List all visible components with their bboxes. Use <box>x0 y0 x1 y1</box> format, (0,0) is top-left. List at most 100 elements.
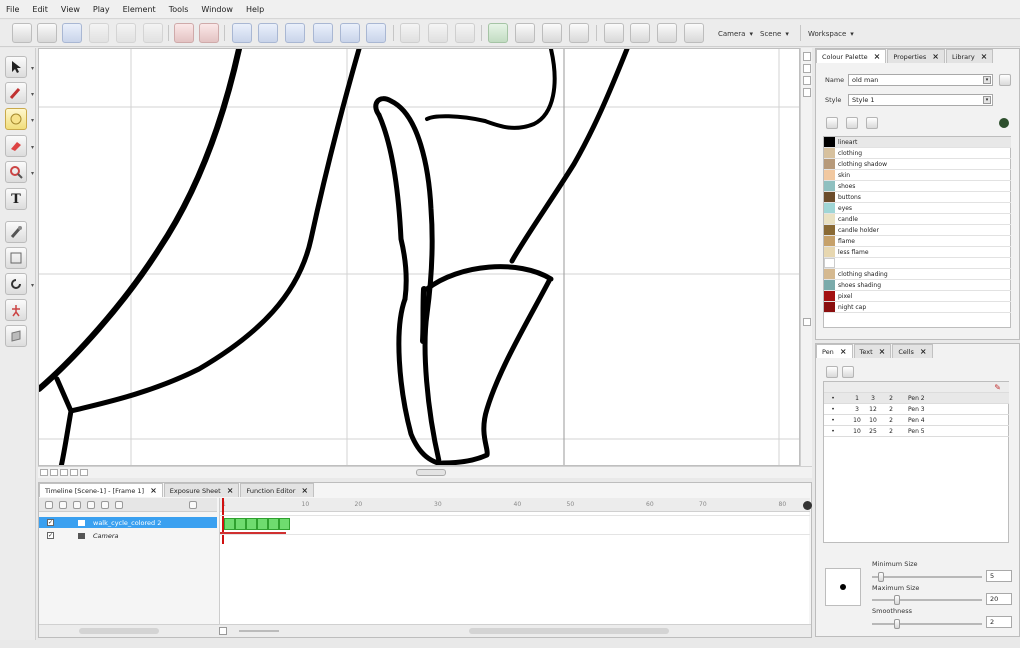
peg-icon[interactable] <box>515 23 535 43</box>
exposed-frame-cell[interactable] <box>224 518 235 530</box>
zoom-in-icon[interactable] <box>803 64 811 73</box>
slider-knob[interactable] <box>894 619 900 629</box>
pen-row[interactable]: • 10 25 2 Pen 5 <box>824 426 1009 437</box>
canvas-horizontal-scrollbar[interactable] <box>38 466 812 478</box>
frame-ruler[interactable]: 11020304050607080 <box>220 498 810 512</box>
maximum-size-input[interactable]: 20 <box>986 593 1012 605</box>
colour-swatch-row[interactable]: candle holder <box>824 225 1011 236</box>
brush-mode-icon[interactable] <box>630 23 650 43</box>
delete-layer-icon[interactable] <box>115 500 123 509</box>
redo-icon[interactable] <box>199 23 219 43</box>
colour-swatch-row[interactable] <box>824 258 1011 269</box>
zoom-icon[interactable] <box>219 627 227 635</box>
canvas-option-icon[interactable] <box>80 469 88 476</box>
colour-swatch-row[interactable]: skin <box>824 170 1011 181</box>
scroll-thumb[interactable] <box>469 628 669 634</box>
layer-enable-checkbox[interactable]: ✓ <box>47 519 54 526</box>
add-layer-icon[interactable] <box>45 500 53 509</box>
tab-properties[interactable]: Properties × <box>887 49 945 63</box>
menu-window[interactable]: Window <box>201 5 233 14</box>
add-colour-icon[interactable] <box>826 117 838 129</box>
paste-icon[interactable] <box>143 23 163 43</box>
light-table-icon[interactable] <box>455 23 475 43</box>
rotate-icon[interactable] <box>684 23 704 43</box>
layer-options-icon[interactable] <box>189 500 197 509</box>
canvas-option-icon[interactable] <box>70 469 78 476</box>
exposed-frame-cell[interactable] <box>268 518 279 530</box>
add-peg-icon[interactable] <box>101 500 109 509</box>
menu-element[interactable]: Element <box>123 5 156 14</box>
close-icon[interactable]: × <box>227 486 234 495</box>
add-pen-icon[interactable] <box>826 366 838 378</box>
close-icon[interactable]: × <box>981 52 988 61</box>
contour-editor-tool[interactable]: ▾ <box>5 82 34 104</box>
last-frame-icon[interactable] <box>340 23 360 43</box>
zoom-out-icon[interactable] <box>803 76 811 85</box>
tab-text[interactable]: Text × <box>853 344 892 358</box>
close-icon[interactable]: × <box>932 52 939 61</box>
tab-library[interactable]: Library × <box>945 49 994 63</box>
timeline-menu-icon[interactable] <box>803 501 812 510</box>
menu-tools[interactable]: Tools <box>169 5 189 14</box>
colour-swatch-row[interactable]: lineart <box>824 137 1011 148</box>
pen-row[interactable]: • 10 10 2 Pen 4 <box>824 415 1009 426</box>
layer-row[interactable]: ✓ Camera <box>39 530 217 541</box>
tab-exposure-sheet[interactable]: Exposure Sheet × <box>163 483 240 497</box>
menu-play[interactable]: Play <box>93 5 110 14</box>
exposed-frame-cell[interactable] <box>257 518 268 530</box>
delete-colour-icon[interactable] <box>866 117 878 129</box>
canvas-option-icon[interactable] <box>50 469 58 476</box>
colour-swatch-row[interactable]: clothing shading <box>824 269 1011 280</box>
timeline-frames[interactable]: 11020304050607080 <box>219 498 810 624</box>
undo-icon[interactable] <box>174 23 194 43</box>
colour-swatch-row[interactable]: candle <box>824 214 1011 225</box>
loop-icon[interactable] <box>366 23 386 43</box>
scroll-up-icon[interactable] <box>803 52 811 61</box>
lock-icon[interactable] <box>73 500 81 509</box>
rotate-tool[interactable]: ▾ <box>5 273 34 295</box>
scroll-thumb[interactable] <box>79 628 159 634</box>
edit-colour-icon[interactable] <box>846 117 858 129</box>
eraser-tool[interactable]: ▾ <box>5 135 34 157</box>
reset-view-icon[interactable] <box>803 88 811 97</box>
play-icon[interactable] <box>285 23 305 43</box>
delete-pen-icon[interactable] <box>842 366 854 378</box>
smoothness-input[interactable]: 2 <box>986 616 1012 628</box>
select-tool[interactable]: ▾ <box>5 56 34 78</box>
open-folder-icon[interactable] <box>37 23 57 43</box>
tab-function-editor[interactable]: Function Editor × <box>240 483 315 497</box>
scene-dropdown[interactable]: Scene ▾ <box>760 26 789 41</box>
colour-swatch-list[interactable]: lineart clothing clothing shadow skin shoes b… <box>823 136 1011 328</box>
tab-pen[interactable]: Pen × <box>816 344 853 358</box>
colour-swatch-row[interactable]: flame <box>824 236 1011 247</box>
palette-name-select[interactable]: old man ▾ <box>848 74 993 86</box>
tab-cells[interactable]: Cells × <box>892 344 933 358</box>
camera-dropdown[interactable]: Camera ▾ <box>718 26 753 41</box>
close-icon[interactable]: × <box>150 486 157 495</box>
palette-browse-icon[interactable] <box>999 74 1011 86</box>
dropper-tool[interactable] <box>5 221 27 243</box>
slider-knob[interactable] <box>878 572 884 582</box>
canvas-option-icon[interactable] <box>60 469 68 476</box>
ruler-tool[interactable] <box>5 247 27 269</box>
scroll-thumb[interactable] <box>416 469 446 476</box>
grid-icon[interactable] <box>428 23 448 43</box>
close-icon[interactable]: × <box>879 347 886 356</box>
shape-tool[interactable] <box>5 325 27 347</box>
maximum-size-slider[interactable] <box>872 595 982 605</box>
onion-skin-icon[interactable] <box>400 23 420 43</box>
exposed-frame-cell[interactable] <box>235 518 246 530</box>
cut-icon[interactable] <box>89 23 109 43</box>
scroll-thumb[interactable] <box>803 318 811 326</box>
menu-edit[interactable]: Edit <box>32 5 48 14</box>
slider-knob[interactable] <box>894 595 900 605</box>
next-frame-icon[interactable] <box>313 23 333 43</box>
layer-enable-checkbox[interactable]: ✓ <box>47 532 54 539</box>
first-frame-icon[interactable] <box>232 23 252 43</box>
colour-swatch-row[interactable]: buttons <box>824 192 1011 203</box>
skeleton-tool[interactable] <box>5 299 27 321</box>
minimum-size-slider[interactable] <box>872 572 982 582</box>
close-icon[interactable]: × <box>920 347 927 356</box>
colour-swatch-row[interactable]: less flame <box>824 247 1011 258</box>
colour-swatch-row[interactable]: eyes <box>824 203 1011 214</box>
